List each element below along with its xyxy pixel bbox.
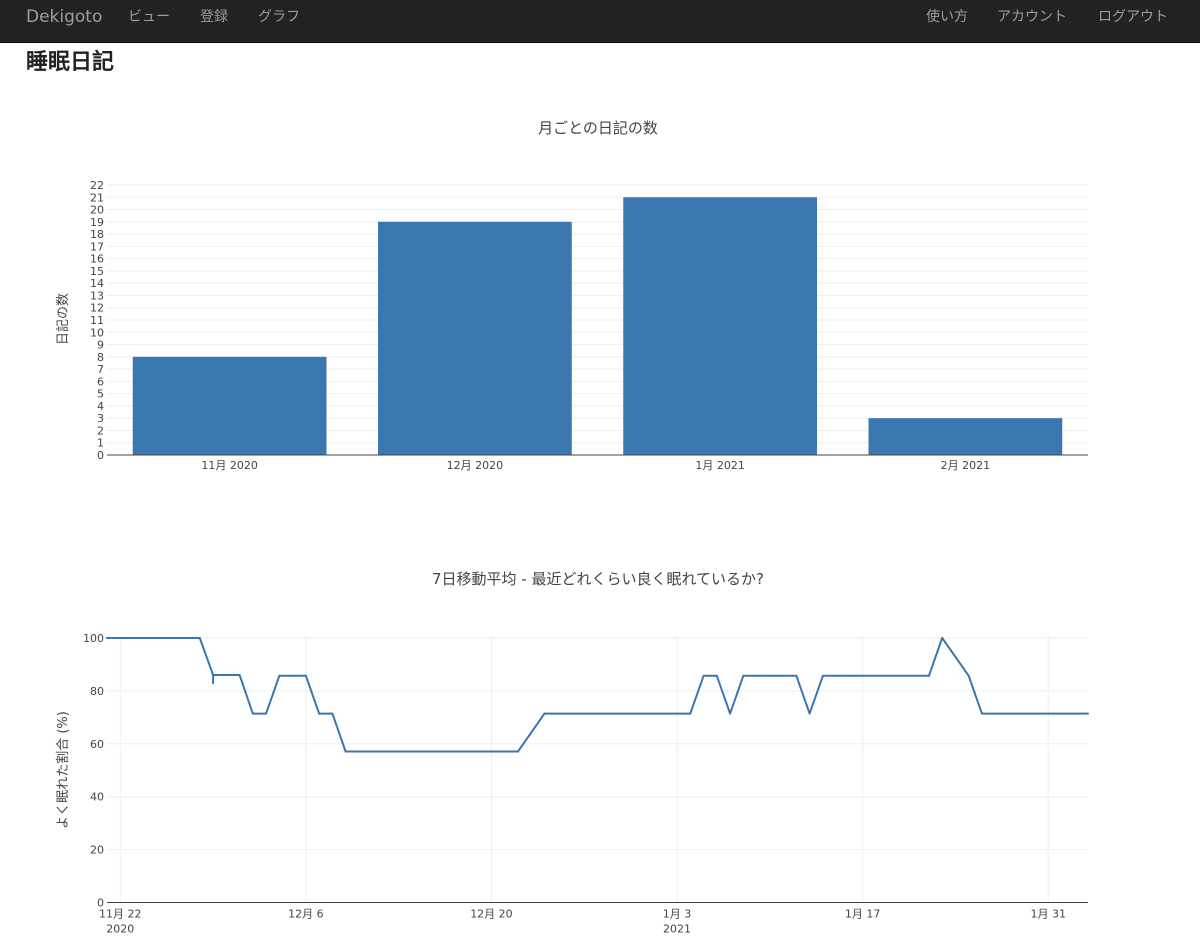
data-point <box>331 712 334 715</box>
y-tick-label: 60 <box>90 738 104 751</box>
y-tick-label: 22 <box>90 179 104 192</box>
x-tick-label: 11月 22 <box>99 908 142 921</box>
data-point <box>689 712 692 715</box>
data-point <box>1087 712 1089 715</box>
data-point <box>516 750 519 753</box>
data-point <box>835 674 838 677</box>
y-tick-label: 1 <box>97 437 104 450</box>
y-tick-label: 5 <box>97 388 104 401</box>
data-point <box>291 674 294 677</box>
data-point <box>357 750 360 753</box>
navbar: Dekigoto ビュー 登録 グラフ 使い方 アカウント ログアウト <box>0 0 1200 43</box>
nav-item-account[interactable]: アカウント <box>997 0 1067 34</box>
y-tick-label: 13 <box>90 289 104 302</box>
data-point <box>795 674 798 677</box>
x-tick-label: 1月 31 <box>1030 908 1066 921</box>
moving-average-line-chart: 7日移動平均 - 最近どれくらい良く眠れているか? 020406080100 1… <box>55 570 1089 936</box>
x-tick-label: 1月 3 <box>663 908 692 921</box>
bar <box>132 356 327 455</box>
bar <box>868 418 1063 455</box>
data-point <box>768 674 771 677</box>
y-tick-label: 20 <box>90 204 104 217</box>
data-point <box>729 712 732 715</box>
data-point <box>941 637 944 639</box>
x-tick-label: 12月 2020 <box>447 459 504 472</box>
data-point <box>278 674 281 677</box>
data-point <box>821 674 824 677</box>
y-axis-title: 日記の数 <box>55 293 71 345</box>
chart-title: 月ごとの日記の数 <box>538 119 658 137</box>
nav-item-graph[interactable]: グラフ <box>258 0 300 34</box>
x-tick-label: 11月 2020 <box>201 459 258 472</box>
x-tick-label: 12月 20 <box>470 908 513 921</box>
data-point <box>980 712 983 715</box>
y-tick-label: 8 <box>97 351 104 364</box>
data-point <box>927 674 930 677</box>
nav-brand-link[interactable]: Dekigoto <box>26 0 102 34</box>
data-point <box>782 674 785 677</box>
y-tick-label: 40 <box>90 791 104 804</box>
chart-title: 7日移動平均 - 最近どれくらい良く眠れているか? <box>432 570 764 588</box>
nav-item-register[interactable]: 登録 <box>200 0 228 34</box>
y-tick-label: 19 <box>90 216 104 229</box>
x-tick-label: 12月 6 <box>288 908 324 921</box>
data-point <box>742 674 745 677</box>
data-point <box>967 674 970 677</box>
data-point <box>715 674 718 677</box>
y-tick-label: 100 <box>83 632 104 645</box>
bar <box>623 197 817 455</box>
y-tick-label: 2 <box>97 424 104 437</box>
data-point <box>106 637 108 639</box>
data-point <box>251 712 254 715</box>
x-tick-label: 2月 2021 <box>941 459 991 472</box>
data-point <box>198 637 201 639</box>
series-line <box>107 637 1088 753</box>
data-point <box>238 674 241 677</box>
y-tick-label: 11 <box>90 314 104 327</box>
data-point <box>318 712 321 715</box>
data-point <box>702 674 705 677</box>
y-tick-label: 18 <box>90 228 104 241</box>
monthly-count-bar-chart: 月ごとの日記の数 0123456789101112131415161718192… <box>55 119 1088 472</box>
y-tick-label: 0 <box>97 449 104 462</box>
y-tick-label: 16 <box>90 253 104 266</box>
y-tick-label: 7 <box>97 363 104 376</box>
bar <box>378 221 572 455</box>
y-tick-label: 20 <box>90 844 104 857</box>
y-tick-label: 9 <box>97 339 104 352</box>
data-point <box>848 674 851 677</box>
page-title: 睡眠日記 <box>26 50 115 75</box>
y-tick-label: 10 <box>90 326 104 339</box>
x-tick-year-label: 2020 <box>106 923 134 936</box>
y-tick-label: 21 <box>90 191 104 204</box>
y-tick-label: 6 <box>97 375 104 388</box>
y-axis-title: よく眠れた割合 (%) <box>55 711 71 829</box>
nav-item-howto[interactable]: 使い方 <box>926 0 968 34</box>
data-point <box>304 674 307 677</box>
data-point <box>265 712 268 715</box>
x-tick-label: 1月 2021 <box>695 459 745 472</box>
y-tick-label: 80 <box>90 685 104 698</box>
data-point <box>755 674 758 677</box>
y-tick-label: 17 <box>90 240 104 253</box>
y-tick-label: 4 <box>97 400 104 413</box>
nav-item-view[interactable]: ビュー <box>128 0 170 34</box>
x-tick-label: 1月 17 <box>845 908 881 921</box>
nav-item-logout[interactable]: ログアウト <box>1098 0 1168 34</box>
data-point <box>808 712 811 715</box>
x-tick-year-label: 2021 <box>663 923 691 936</box>
y-tick-label: 12 <box>90 302 104 315</box>
y-tick-label: 14 <box>90 277 104 290</box>
data-point <box>371 750 374 753</box>
data-point <box>212 681 215 684</box>
data-point <box>212 674 215 677</box>
y-tick-label: 15 <box>90 265 104 278</box>
data-point <box>344 750 347 753</box>
data-point <box>543 712 546 715</box>
y-tick-label: 3 <box>97 412 104 425</box>
